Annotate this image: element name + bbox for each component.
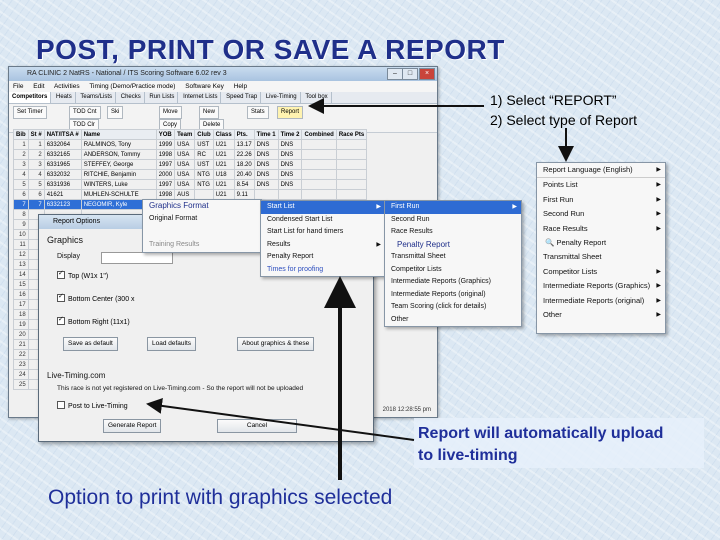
arrow-to-live-timing <box>146 397 415 441</box>
annotation-arrows <box>146 98 574 480</box>
